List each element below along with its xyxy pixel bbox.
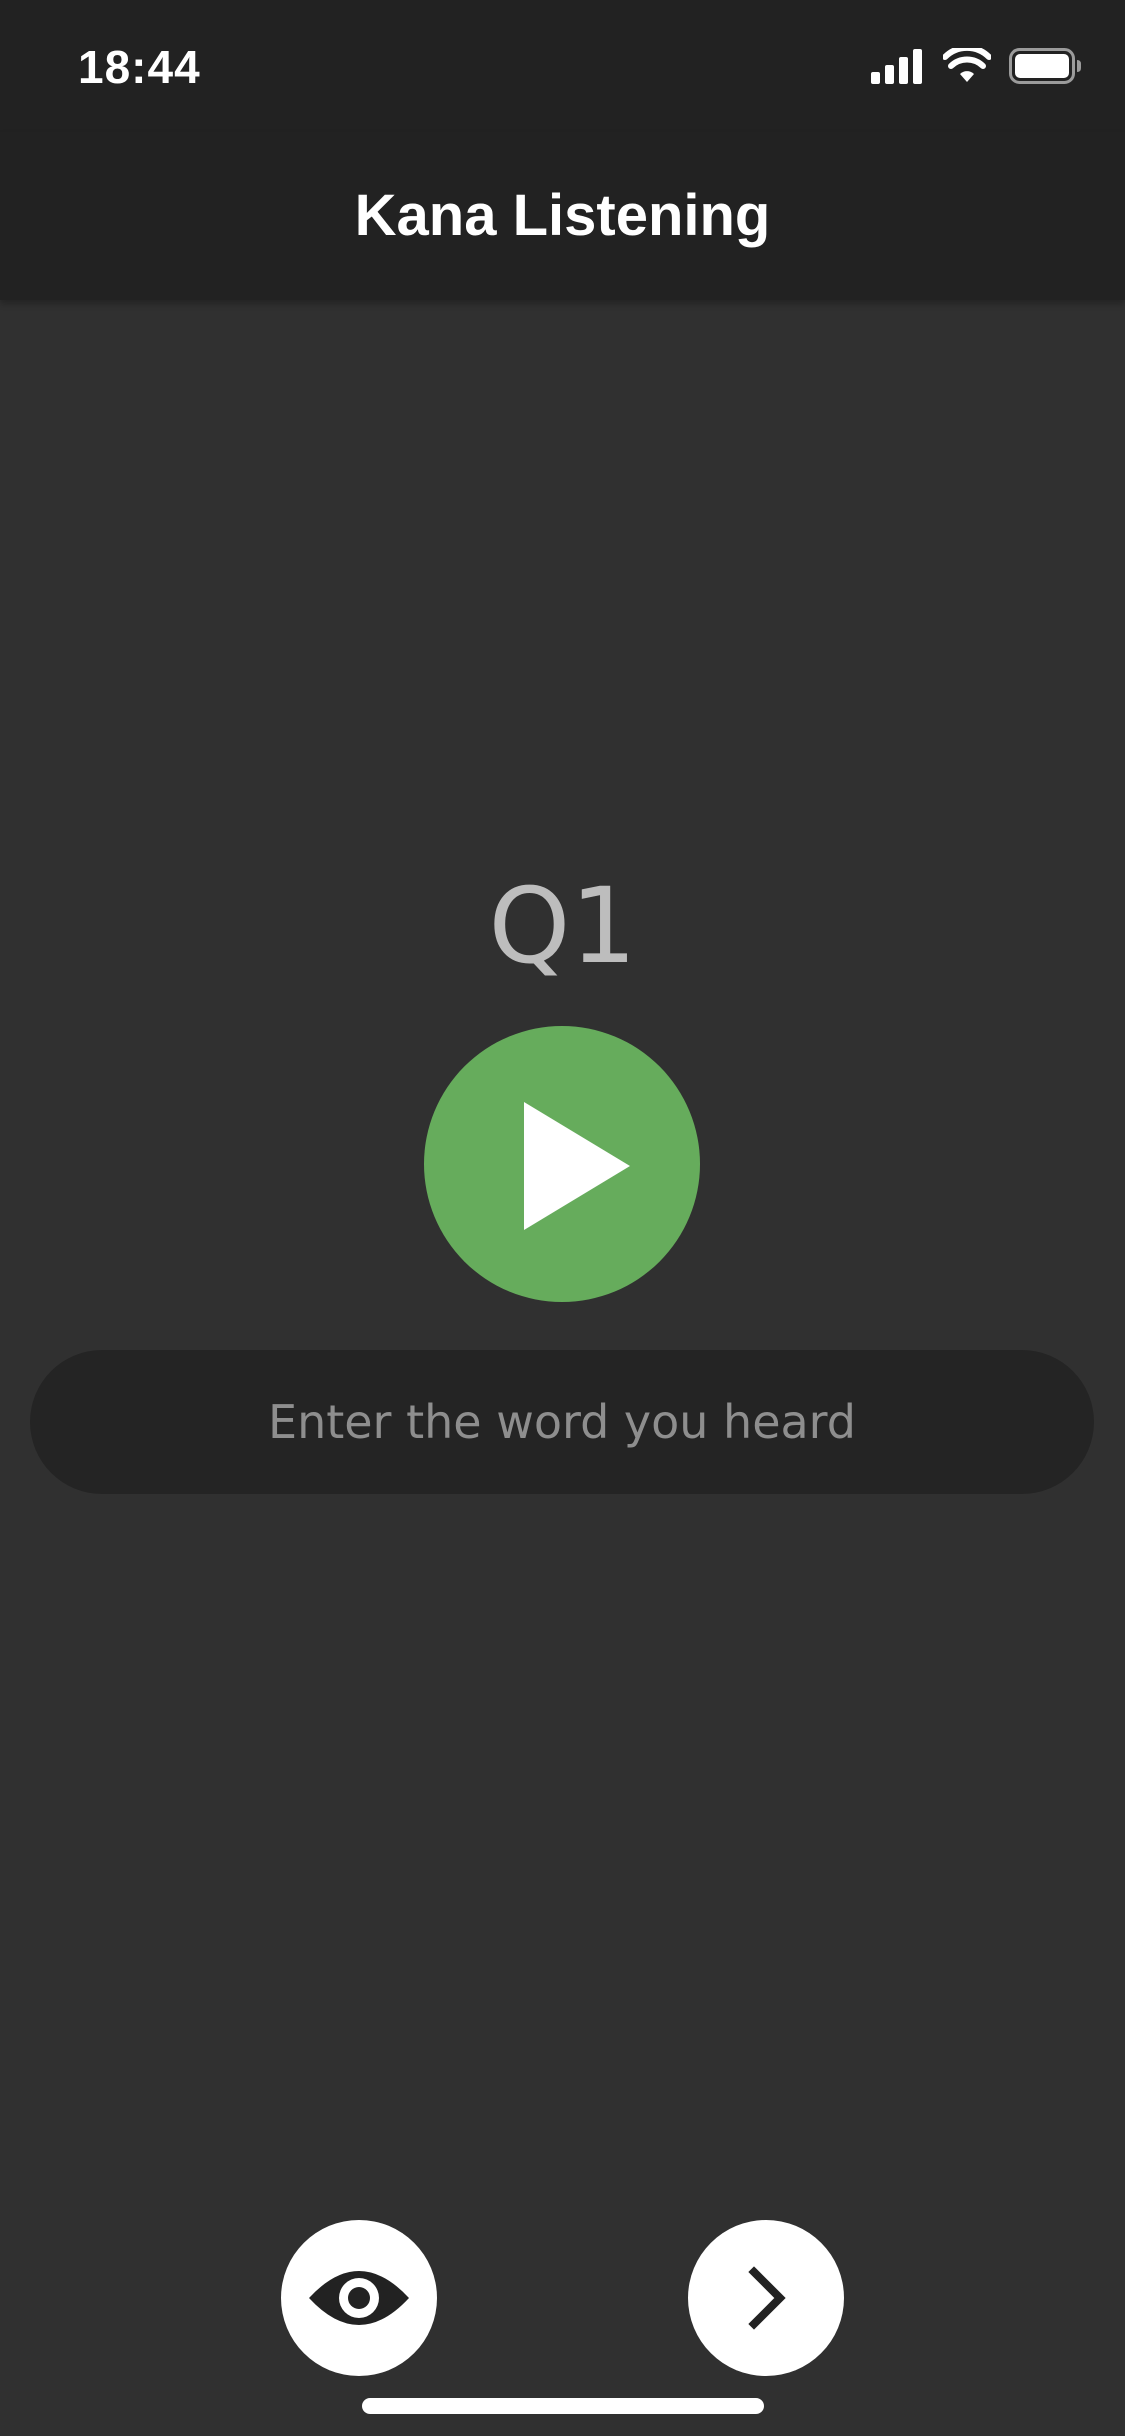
answer-input[interactable]: [30, 1350, 1094, 1494]
next-question-button[interactable]: [688, 2220, 844, 2376]
navigation-bar: Kana Listening: [0, 132, 1125, 300]
play-audio-button[interactable]: [424, 1026, 700, 1302]
cellular-signal-icon: [871, 48, 925, 89]
page-title: Kana Listening: [354, 183, 771, 248]
play-icon: [524, 1102, 630, 1230]
status-icons: [871, 44, 1083, 89]
battery-icon: [1009, 47, 1083, 89]
eye-icon: [309, 2271, 409, 2325]
status-time: 18:44: [78, 41, 201, 93]
reveal-answer-button[interactable]: [281, 2220, 437, 2376]
wifi-icon: [942, 44, 992, 89]
question-number: Q1: [488, 865, 637, 987]
home-indicator[interactable]: [362, 2398, 764, 2414]
chevron-right-icon: [748, 2266, 786, 2330]
status-bar: 18:44: [0, 0, 1125, 132]
screen: 18:44 Kana Listening Q1 Enter the word y…: [0, 0, 1125, 2436]
